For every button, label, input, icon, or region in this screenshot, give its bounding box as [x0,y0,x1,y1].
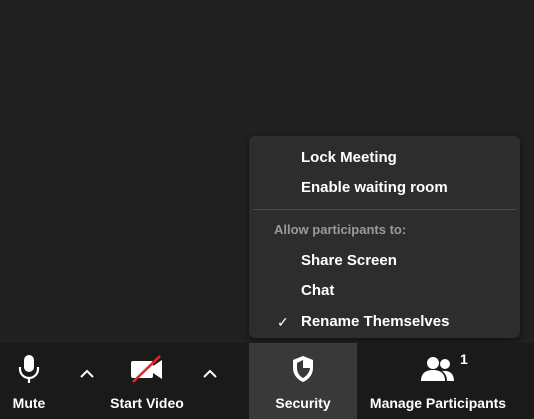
menu-section-heading: Allow participants to: [274,222,407,237]
menu-divider [253,209,516,210]
video-options-chevron-up-icon[interactable] [199,363,221,385]
manage-participants-label: Manage Participants [369,395,507,411]
menu-item-rename-themselves[interactable]: ✓ Rename Themselves [249,307,520,337]
security-menu: Lock Meeting Enable waiting room Allow p… [249,136,520,338]
audio-options-chevron-up-icon[interactable] [76,363,98,385]
microphone-icon [17,343,41,395]
lock-meeting-label: Lock Meeting [301,149,397,166]
mute-label: Mute [12,395,46,411]
start-video-button[interactable]: Start Video [104,343,190,419]
checkmark-icon: ✓ [277,314,289,330]
menu-item-lock-meeting[interactable]: Lock Meeting [249,143,520,173]
security-label: Security [275,395,331,411]
security-button[interactable]: Security [249,343,357,419]
chat-label: Chat [301,282,335,299]
people-icon [419,343,457,395]
share-screen-label: Share Screen [301,252,397,269]
participant-count-badge: 1 [460,351,468,367]
mute-button[interactable]: Mute [0,343,58,419]
enable-waiting-room-label: Enable waiting room [301,179,448,196]
menu-item-chat[interactable]: Chat [249,276,520,306]
menu-item-share-screen[interactable]: Share Screen [249,246,520,276]
shield-icon [291,343,315,395]
video-camera-off-icon [129,343,165,395]
start-video-label: Start Video [110,395,184,411]
rename-themselves-label: Rename Themselves [301,313,450,330]
manage-participants-button[interactable]: Manage Participants [360,343,516,419]
meeting-toolbar: Mute Start Video Security Manage Partici… [0,343,534,419]
menu-item-enable-waiting-room[interactable]: Enable waiting room [249,173,520,203]
